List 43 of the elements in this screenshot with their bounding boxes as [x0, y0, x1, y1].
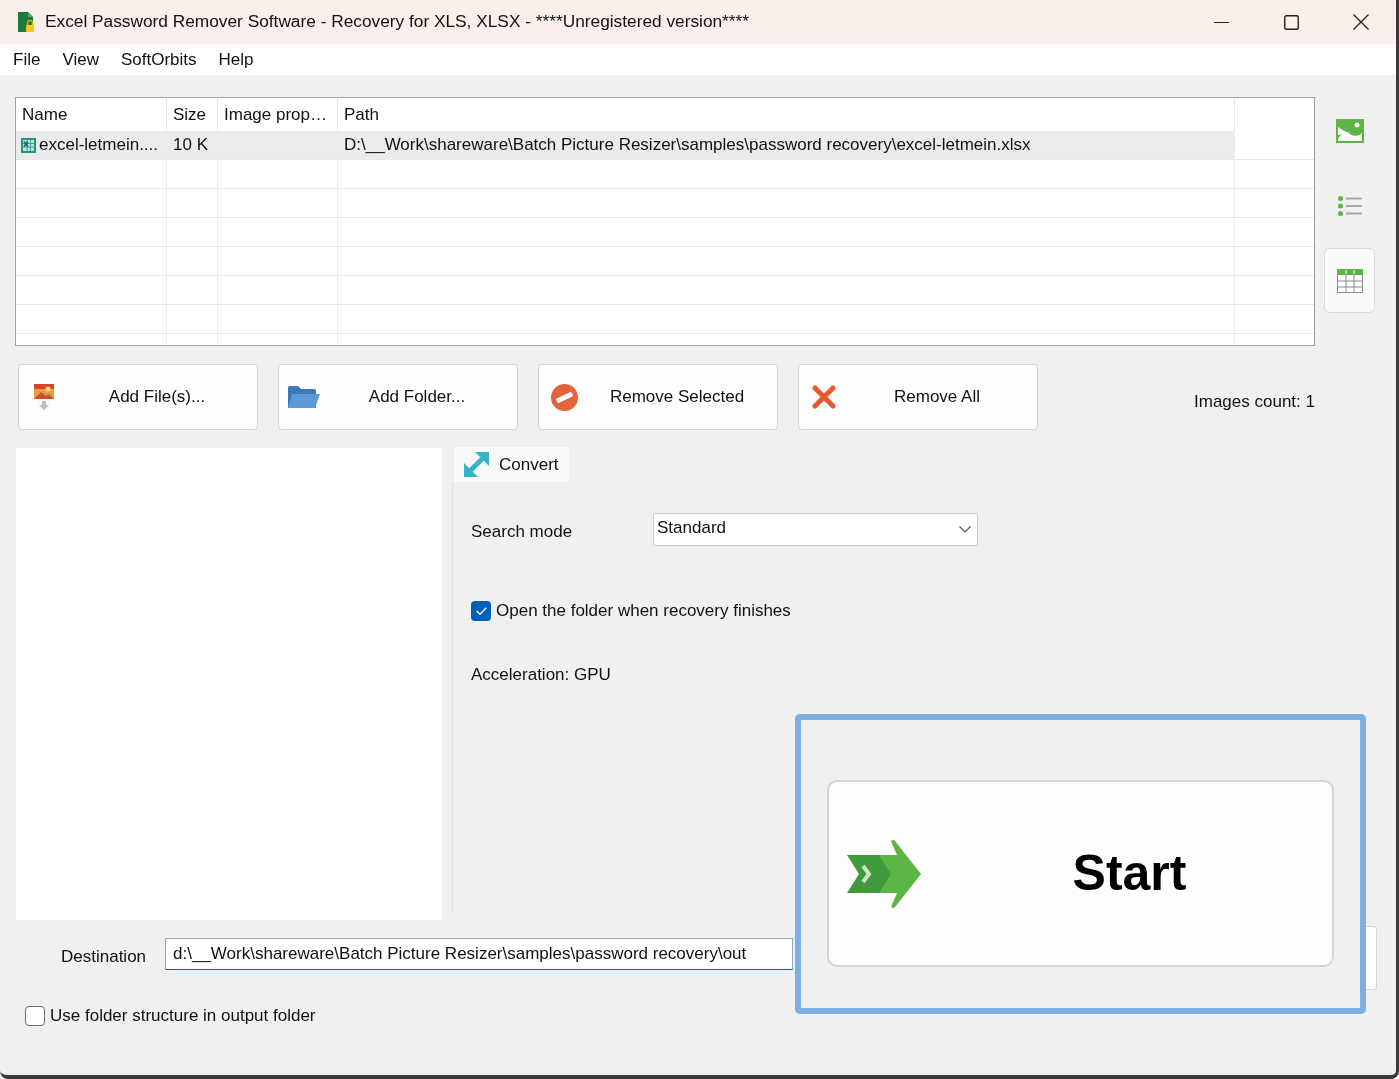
tab[interactable]: Convert	[454, 447, 569, 482]
destination-field[interactable]: d:\__Work\shareware\Batch Picture Resizer\samples\password recovery\out	[165, 938, 794, 970]
checkbox[interactable]	[471, 600, 491, 621]
minimize-icon	[1213, 21, 1229, 23]
destination-label: Destination	[61, 946, 147, 969]
checkbox-label: Use folder structure in output folder	[50, 1005, 316, 1027]
close-icon	[812, 385, 836, 409]
checkbox[interactable]	[25, 1005, 45, 1026]
spreadsheet-icon	[21, 137, 36, 153]
action-button[interactable]: Add File(s)...	[18, 364, 258, 430]
table-icon	[1336, 268, 1363, 293]
menu-item[interactable]: View	[51, 44, 110, 75]
close-icon	[1353, 14, 1369, 30]
diagonal-arrows-icon	[464, 452, 489, 477]
acceleration-label: Acceleration: GPU	[471, 663, 611, 686]
no-entry-icon	[550, 383, 578, 411]
landscape-icon	[1335, 118, 1364, 143]
menu-item[interactable]: Help	[207, 44, 265, 75]
search-mode-dropdown[interactable]: Standard	[653, 513, 978, 546]
checkbox-label: Open the folder when recovery finishes	[496, 600, 791, 622]
menu-item[interactable]: SoftOrbits	[109, 44, 208, 75]
arrow-right-icon	[847, 838, 921, 909]
file-size: 10 K	[173, 134, 208, 157]
window-title: Excel Password Remover Software - Recovery for XLS, XLSX - ****Unregistered version****	[45, 10, 750, 34]
action-button[interactable]: Remove All	[798, 364, 1038, 430]
menu-item[interactable]: File	[2, 44, 52, 75]
action-button[interactable]: Remove Selected	[538, 364, 778, 430]
file-path: D:\__Work\shareware\Batch Picture Resizer\samples\password recovery\excel-letmein.xlsx	[344, 134, 1031, 157]
list-icon	[1337, 195, 1362, 216]
file-name: excel-letmein....	[39, 134, 159, 157]
picture-download-icon	[33, 383, 55, 411]
maximize-icon	[1283, 14, 1299, 30]
action-button[interactable]: Add Folder...	[278, 364, 518, 430]
app-icon	[17, 12, 35, 32]
table-row[interactable]: excel-letmein.... 10 K D:\__Work\shareware\Batch Picture Resizer\samples\password recovery\excel-letmein.xlsx	[16, 131, 1235, 160]
start-button[interactable]: Start	[827, 780, 1334, 967]
search-mode-label: Search mode	[471, 520, 574, 543]
images-count: Images count: 1	[1194, 391, 1315, 414]
checkmark-icon	[475, 606, 487, 615]
view-mode-button[interactable]	[1324, 248, 1375, 313]
chevron-down-icon	[959, 526, 971, 533]
folder-icon	[288, 386, 320, 408]
side-button[interactable]	[1366, 926, 1377, 990]
